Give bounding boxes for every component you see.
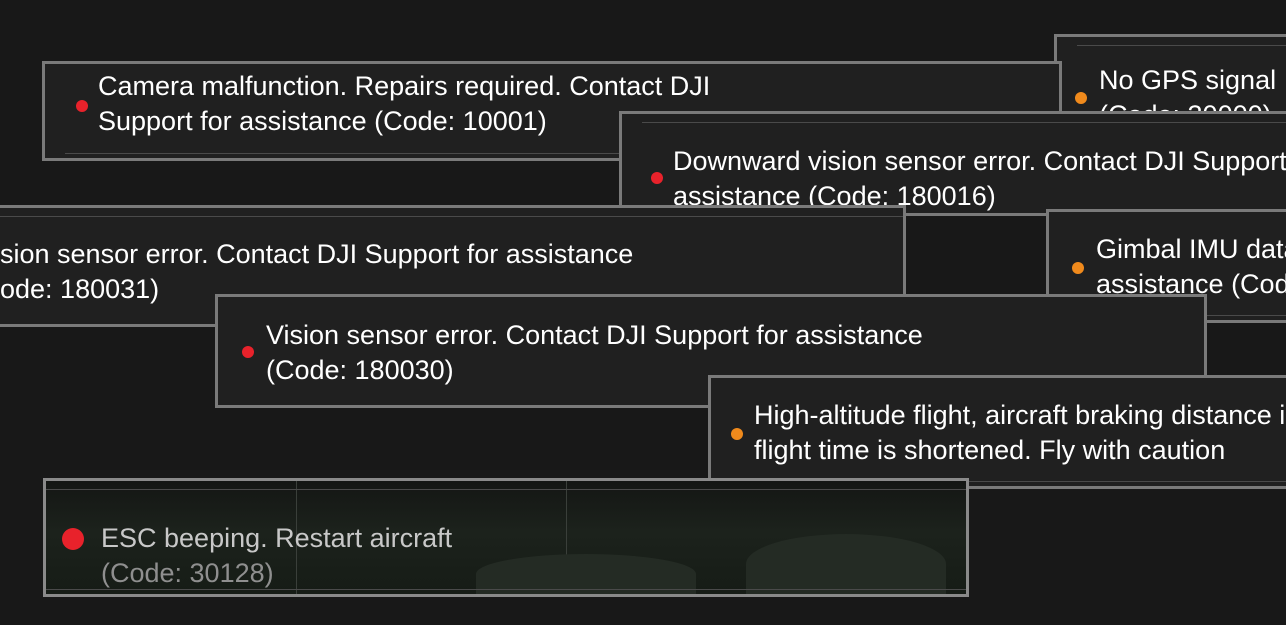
error-dot-icon <box>242 346 254 358</box>
notification-message: Gimbal IMU data error. Contact DJI Suppo… <box>1096 232 1286 302</box>
error-dot-icon <box>651 172 663 184</box>
error-dot-icon <box>62 528 84 550</box>
message-line-2: flight time is shortened. Fly with cauti… <box>754 435 1226 465</box>
background-foliage <box>476 554 696 594</box>
message-line-1: No GPS signal <box>1099 65 1277 95</box>
notification-card-downward-vision[interactable]: Downward vision sensor error. Contact DJ… <box>619 111 1286 216</box>
error-code: (Code: 30128) <box>101 558 274 588</box>
warning-dot-icon <box>731 428 743 440</box>
notification-message: High-altitude flight, aircraft braking d… <box>754 398 1286 468</box>
message-line-1: High-altitude flight, aircraft braking d… <box>754 400 1286 430</box>
notification-card-high-altitude[interactable]: High-altitude flight, aircraft braking d… <box>708 375 1286 489</box>
notification-message: ESC beeping. Restart aircraft (Code: 3012… <box>101 521 452 591</box>
divider <box>1077 45 1286 46</box>
message-line-1: sion sensor error. Contact DJI Support f… <box>0 239 634 269</box>
message-line-1: Downward vision sensor error. Contact DJ… <box>673 146 1286 176</box>
notification-card-esc[interactable]: ESC beeping. Restart aircraft (Code: 3012… <box>43 478 969 597</box>
message-line-1: Camera malfunction. Repairs required. Co… <box>98 71 711 101</box>
message-text: ESC beeping. Restart aircraft <box>101 523 453 553</box>
warning-dot-icon <box>1075 92 1087 104</box>
background-foliage <box>746 534 946 594</box>
divider <box>46 489 966 490</box>
divider <box>642 122 1286 123</box>
notification-message: Downward vision sensor error. Contact DJ… <box>673 144 1286 213</box>
warning-dot-icon <box>1072 262 1084 274</box>
divider <box>0 216 903 217</box>
message-line-1: Vision sensor error. Contact DJI Support… <box>266 320 923 350</box>
error-dot-icon <box>76 100 88 112</box>
message-line-1: Gimbal IMU data error. Contact DJI Suppo… <box>1096 234 1286 264</box>
